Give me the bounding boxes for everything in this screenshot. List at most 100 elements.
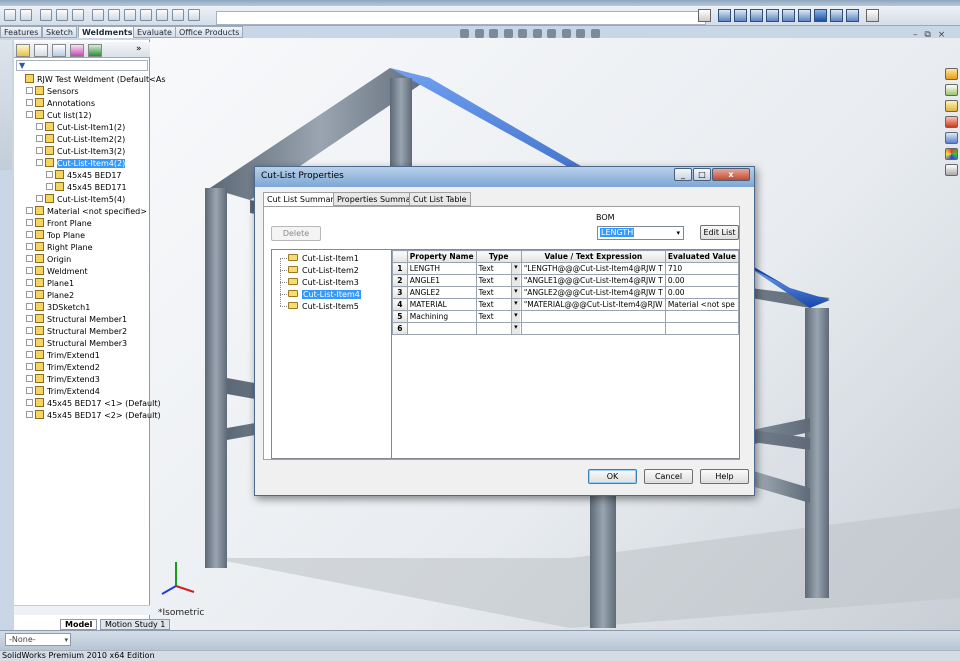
right-view-icon[interactable]	[766, 9, 779, 22]
3dsketch-icon[interactable]	[40, 9, 52, 21]
expand-icon[interactable]	[26, 339, 33, 346]
solidworks-resources-icon[interactable]	[945, 68, 958, 80]
minimize-doc-icon[interactable]: –	[913, 30, 918, 40]
cut-list-tree-item[interactable]: Cut-List-Item2	[280, 265, 359, 276]
dimetric-view-icon[interactable]	[846, 9, 859, 22]
feature-tree-item[interactable]: Material <not specified>	[26, 206, 147, 218]
expand-icon[interactable]	[26, 87, 33, 94]
value-expression-cell[interactable]: "MATERIAL@@@Cut-List-Item4@RJW	[520, 298, 666, 311]
tab-motion-study-1[interactable]: Motion Study 1	[100, 619, 171, 630]
search-box[interactable]	[216, 11, 706, 25]
property-name-cell[interactable]	[406, 322, 477, 335]
top-view-icon[interactable]	[782, 9, 795, 22]
left-view-icon[interactable]	[750, 9, 763, 22]
feature-tree-item[interactable]: 45x45 BED17 <2> (Default)	[26, 410, 161, 422]
tab-cut-list-summary[interactable]: Cut List Summary	[263, 192, 343, 207]
leg-front-left[interactable]	[205, 188, 227, 568]
feature-tree-item[interactable]: 45x45 BED171	[46, 182, 127, 194]
feature-tree-item[interactable]: Top Plane	[26, 230, 85, 242]
type-select-cell[interactable]: Text	[475, 262, 522, 275]
feature-tree-item[interactable]: Trim/Extend2	[26, 362, 100, 374]
close-icon[interactable]: x	[712, 168, 750, 181]
feature-tree-item[interactable]: Cut-List-Item3(2)	[36, 146, 125, 158]
feature-tree-item[interactable]: Front Plane	[26, 218, 92, 230]
expand-icon[interactable]	[26, 219, 33, 226]
front-view-icon[interactable]	[718, 9, 731, 22]
type-select-cell[interactable]: Text	[475, 298, 522, 311]
feature-tree-item[interactable]: Trim/Extend3	[26, 374, 100, 386]
gusset-icon[interactable]	[92, 9, 104, 21]
property-name-cell[interactable]: Machining	[406, 310, 477, 323]
bom-select[interactable]: LENGTH ▾	[597, 226, 684, 240]
cut-list-tree-item[interactable]: Cut-List-Item1	[280, 253, 359, 264]
delete-button[interactable]: Delete	[271, 226, 321, 241]
view-settings-icon[interactable]	[590, 29, 600, 38]
display-style-icon[interactable]	[532, 29, 542, 38]
ok-button[interactable]: OK	[588, 469, 637, 484]
feature-tree-item[interactable]: Plane1	[26, 278, 74, 290]
feature-tree-item[interactable]: Cut list(12)	[26, 110, 92, 122]
display-manager-tab-icon[interactable]	[88, 44, 102, 57]
reference-geometry-icon[interactable]	[188, 9, 200, 21]
value-expression-cell[interactable]: "LENGTH@@@Cut-List-Item4@RJW T	[520, 262, 666, 275]
type-select-cell[interactable]: Text	[475, 310, 522, 323]
expand-icon[interactable]	[26, 411, 33, 418]
feature-tree-item[interactable]: 45x45 BED17	[46, 170, 122, 182]
custom-properties-icon[interactable]	[945, 164, 958, 176]
tab-sketch[interactable]: Sketch	[42, 26, 77, 38]
view-palette-icon[interactable]	[945, 132, 958, 144]
configuration-select[interactable]: -None- ▾	[5, 633, 71, 646]
table-row[interactable]: 2ANGLE1Text"ANGLE1@@@Cut-List-Item4@RJW …	[392, 274, 740, 287]
expand-icon[interactable]	[36, 147, 43, 154]
tab-model[interactable]: Model	[60, 619, 98, 630]
feature-tree-item[interactable]: Trim/Extend1	[26, 350, 100, 362]
expand-icon[interactable]	[26, 387, 33, 394]
hide-show-icon[interactable]	[547, 29, 557, 38]
expand-icon[interactable]	[26, 255, 33, 262]
maximize-icon[interactable]: □	[693, 168, 711, 181]
table-row[interactable]: 1LENGTHText"LENGTH@@@Cut-List-Item4@RJW …	[392, 262, 740, 275]
column-header[interactable]: Evaluated Value	[664, 250, 740, 263]
value-expression-cell[interactable]	[520, 310, 666, 323]
feature-tree-item[interactable]: 3DSketch1	[26, 302, 90, 314]
expand-icon[interactable]	[26, 267, 33, 274]
design-library-icon[interactable]	[945, 84, 958, 96]
sketch-icon[interactable]	[20, 9, 32, 21]
hole-wizard-icon[interactable]	[172, 9, 184, 21]
column-header[interactable]: Type	[475, 250, 522, 263]
feature-tree-item[interactable]: Right Plane	[26, 242, 93, 254]
feature-tree-item[interactable]: Structural Member1	[26, 314, 127, 326]
search-results-icon[interactable]	[945, 116, 958, 128]
tab-cut-list-table[interactable]: Cut List Table	[409, 192, 471, 206]
feature-tree-item[interactable]: Plane2	[26, 290, 74, 302]
column-header[interactable]: Property Name	[406, 250, 477, 263]
type-select-cell[interactable]: Text	[475, 286, 522, 299]
type-select-cell[interactable]	[475, 322, 522, 335]
expand-icon[interactable]	[26, 207, 33, 214]
end-cap-icon[interactable]	[108, 9, 120, 21]
edit-appearance-icon[interactable]	[561, 29, 571, 38]
feature-filter[interactable]: ▼	[16, 60, 148, 71]
expand-icon[interactable]	[36, 123, 43, 130]
feature-tree-item[interactable]: Structural Member3	[26, 338, 127, 350]
feature-tree-item[interactable]: Trim/Extend4	[26, 386, 100, 398]
trimetric-view-icon[interactable]	[830, 9, 843, 22]
propertymanager-tab-icon[interactable]	[34, 44, 48, 57]
expand-icon[interactable]	[26, 351, 33, 358]
apply-scene-icon[interactable]	[576, 29, 586, 38]
table-row[interactable]: 4MATERIALText"MATERIAL@@@Cut-List-Item4@…	[392, 298, 740, 311]
expand-icon[interactable]	[36, 135, 43, 142]
close-doc-icon[interactable]: ×	[938, 30, 946, 40]
isometric-view-icon[interactable]	[814, 9, 827, 22]
expand-icon[interactable]	[26, 327, 33, 334]
dialog-title-bar[interactable]: Cut-List Properties _ □ x	[255, 167, 754, 187]
restore-doc-icon[interactable]: ⧉	[924, 30, 930, 40]
expand-icon[interactable]	[26, 279, 33, 286]
expand-icon[interactable]	[26, 315, 33, 322]
expand-icon[interactable]	[26, 399, 33, 406]
trim-extend-icon[interactable]	[72, 9, 84, 21]
expand-icon[interactable]	[26, 243, 33, 250]
tab-office-products[interactable]: Office Products	[175, 26, 244, 38]
cancel-button[interactable]: Cancel	[644, 469, 693, 484]
expand-icon[interactable]	[26, 231, 33, 238]
